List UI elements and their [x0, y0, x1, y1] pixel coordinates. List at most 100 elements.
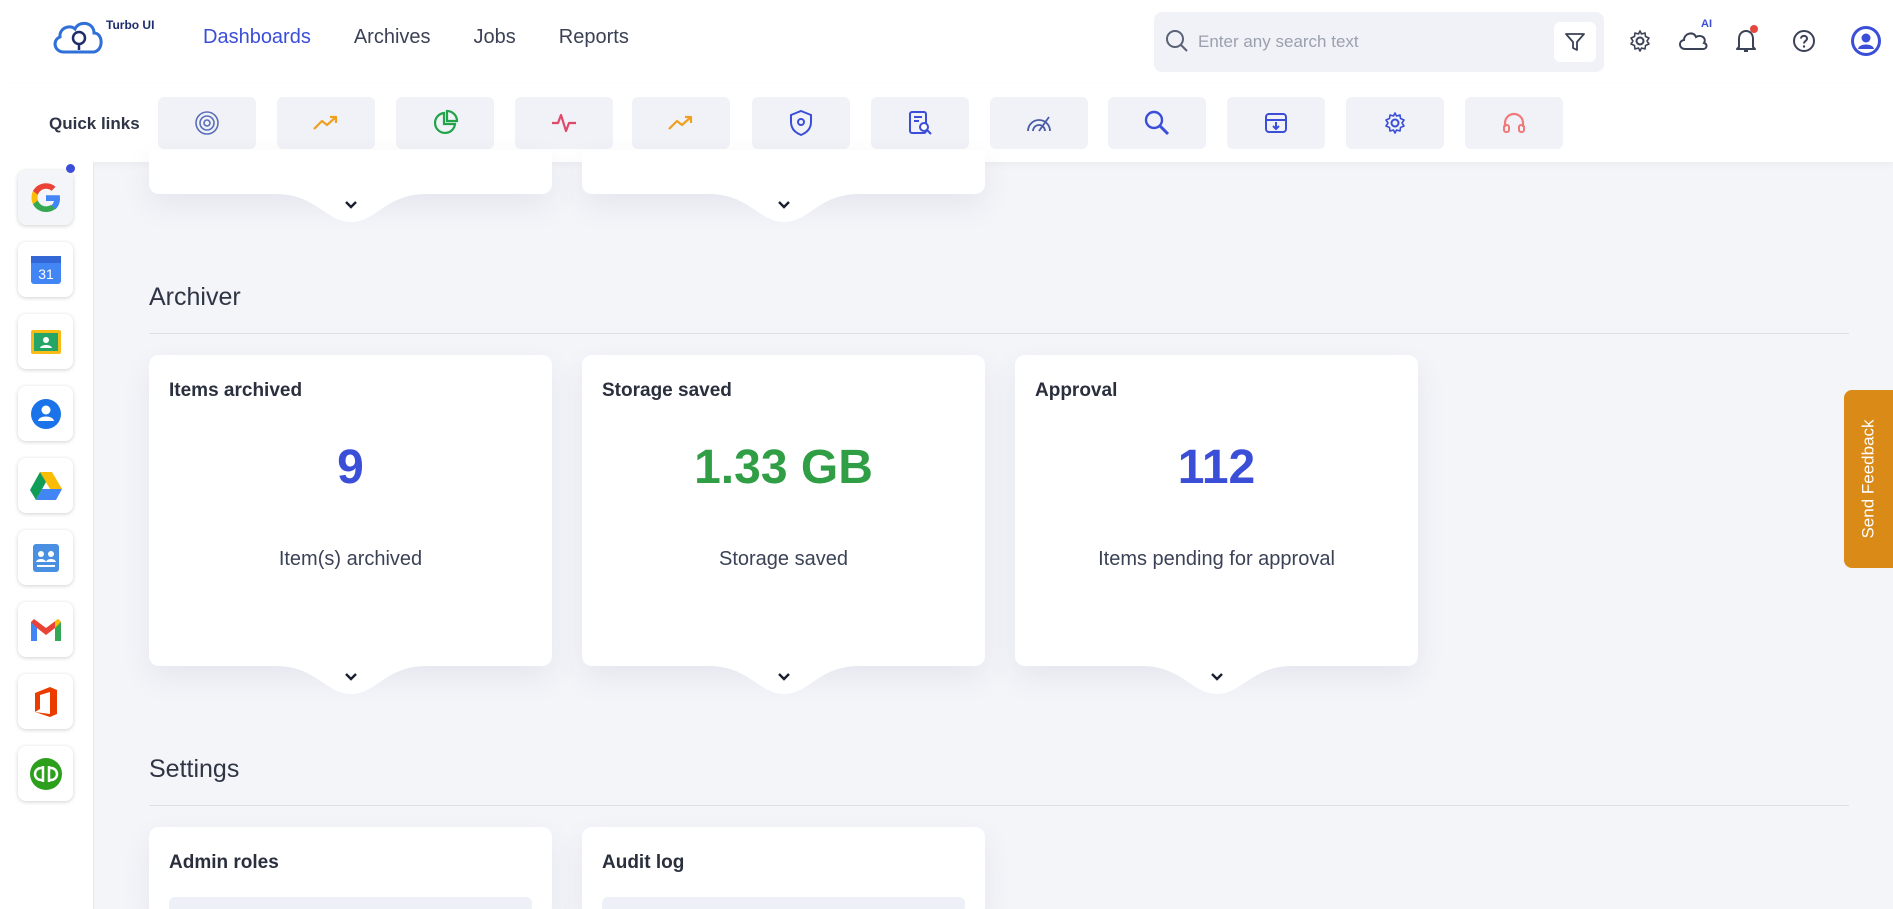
- send-feedback-label: Send Feedback: [1858, 419, 1878, 539]
- top-navigation-bar: Turbo UI Dashboards Archives Jobs Report…: [0, 0, 1893, 84]
- user-avatar-button[interactable]: [1849, 24, 1883, 58]
- sidebar-app-gmail[interactable]: [18, 602, 73, 657]
- nav-jobs[interactable]: Jobs: [474, 26, 516, 49]
- help-icon: [1793, 30, 1815, 52]
- card-subtitle: Items pending for approval: [1098, 548, 1335, 570]
- card-subtitle: Storage saved: [719, 548, 848, 570]
- pie-chart-icon: [433, 109, 459, 135]
- sidebar-app-google[interactable]: [18, 164, 75, 225]
- card-subtitle: Item(s) archived: [278, 548, 423, 570]
- chevron-down-icon: [778, 201, 790, 209]
- card-value: 112: [1177, 441, 1256, 494]
- card-content-placeholder: [602, 897, 965, 909]
- filter-icon: [1565, 33, 1585, 51]
- search-box: [1154, 12, 1604, 72]
- card-title: Approval: [1035, 380, 1118, 401]
- app-logo[interactable]: Turbo UI: [50, 16, 170, 64]
- quick-link-4[interactable]: [515, 97, 613, 149]
- quick-link-12[interactable]: [1465, 97, 1563, 149]
- quick-link-9[interactable]: [1108, 97, 1206, 149]
- google-classroom-icon: [30, 329, 61, 354]
- gear-icon: [1385, 112, 1405, 134]
- office-icon: [34, 686, 57, 717]
- help-button[interactable]: [1787, 24, 1821, 58]
- logo-text: Turbo UI: [106, 18, 155, 32]
- card-value: 9: [337, 441, 364, 494]
- fingerprint-radar-icon: [195, 111, 219, 135]
- quick-link-5[interactable]: [632, 97, 730, 149]
- sidebar-app-office[interactable]: [18, 674, 73, 729]
- card-expand-tab[interactable]: [709, 194, 859, 224]
- quick-link-6[interactable]: [752, 97, 850, 149]
- sidebar-app-contacts[interactable]: [18, 386, 73, 441]
- trend-up-icon: [668, 115, 693, 130]
- card-expand-tab[interactable]: [276, 194, 426, 224]
- directory-icon: [32, 543, 59, 572]
- google-calendar-icon: 31: [30, 255, 61, 284]
- nav-reports[interactable]: Reports: [559, 26, 629, 49]
- quick-link-8[interactable]: [990, 97, 1088, 149]
- document-search-icon: [909, 111, 932, 135]
- partial-card-2: [582, 150, 985, 222]
- card-admin-roles[interactable]: Admin roles: [149, 827, 552, 909]
- card-expand-tab[interactable]: [276, 666, 426, 696]
- sidebar-app-drive[interactable]: [18, 458, 73, 513]
- headset-icon: [1503, 112, 1525, 133]
- chevron-down-icon: [778, 673, 790, 681]
- chevron-down-icon: [1211, 673, 1223, 681]
- app-sidebar: 31: [0, 162, 94, 909]
- card-title: Audit log: [602, 852, 685, 873]
- filter-button[interactable]: [1554, 22, 1596, 62]
- card-title: Storage saved: [602, 380, 732, 401]
- search-input[interactable]: [1198, 28, 1538, 56]
- card-value: 1.33 GB: [694, 441, 873, 494]
- ai-cloud-button[interactable]: AI: [1676, 18, 1712, 58]
- card-title: Items archived: [169, 380, 303, 401]
- card-title: Admin roles: [169, 852, 279, 873]
- sidebar-app-classroom[interactable]: [18, 314, 73, 369]
- shield-icon: [790, 109, 812, 137]
- ai-badge: AI: [1701, 18, 1712, 30]
- activity-pulse-icon: [552, 113, 576, 133]
- section-title-archiver: Archiver: [149, 283, 241, 311]
- quick-link-7[interactable]: [871, 97, 969, 149]
- gear-icon: [1630, 30, 1650, 52]
- contacts-icon: [30, 398, 61, 429]
- google-drive-icon: [29, 471, 62, 500]
- notifications-button[interactable]: [1729, 24, 1763, 58]
- radar-scan-icon: [1027, 116, 1051, 132]
- sidebar-app-directory[interactable]: [18, 530, 73, 585]
- cloud-icon: [1679, 32, 1708, 50]
- settings-button[interactable]: [1623, 24, 1657, 58]
- section-divider: [149, 805, 1849, 806]
- archive-box-icon: [1265, 113, 1287, 133]
- card-audit-log[interactable]: Audit log: [582, 827, 985, 909]
- card-storage-saved[interactable]: Storage saved 1.33 GB Storage saved: [582, 355, 985, 694]
- sidebar-app-calendar[interactable]: 31: [18, 242, 73, 297]
- card-expand-tab[interactable]: [1142, 666, 1292, 696]
- quickbooks-icon: [29, 757, 62, 790]
- calendar-day: 31: [38, 266, 54, 282]
- quick-link-3[interactable]: [396, 97, 494, 149]
- nav-dashboards[interactable]: Dashboards: [203, 26, 311, 49]
- main-nav: Dashboards Archives Jobs Reports: [203, 26, 629, 49]
- notification-dot: [1750, 25, 1758, 33]
- new-indicator-dot: [66, 164, 75, 173]
- trend-up-icon: [313, 115, 338, 130]
- quick-link-1[interactable]: [158, 97, 256, 149]
- card-items-archived[interactable]: Items archived 9 Item(s) archived: [149, 355, 552, 694]
- partial-card-1: [149, 150, 552, 222]
- chevron-down-icon: [345, 201, 357, 209]
- card-approval[interactable]: Approval 112 Items pending for approval: [1015, 355, 1418, 694]
- card-expand-tab[interactable]: [709, 666, 859, 696]
- cloud-logo-icon: [53, 21, 103, 54]
- sidebar-app-quickbooks[interactable]: [18, 746, 73, 801]
- quick-link-10[interactable]: [1227, 97, 1325, 149]
- quick-links-label: Quick links: [49, 114, 140, 133]
- send-feedback-button[interactable]: Send Feedback: [1844, 390, 1893, 568]
- nav-archives[interactable]: Archives: [354, 26, 431, 49]
- gmail-icon: [30, 618, 61, 641]
- quick-link-11[interactable]: [1346, 97, 1444, 149]
- quick-link-2[interactable]: [277, 97, 375, 149]
- avatar-icon: [1851, 26, 1881, 56]
